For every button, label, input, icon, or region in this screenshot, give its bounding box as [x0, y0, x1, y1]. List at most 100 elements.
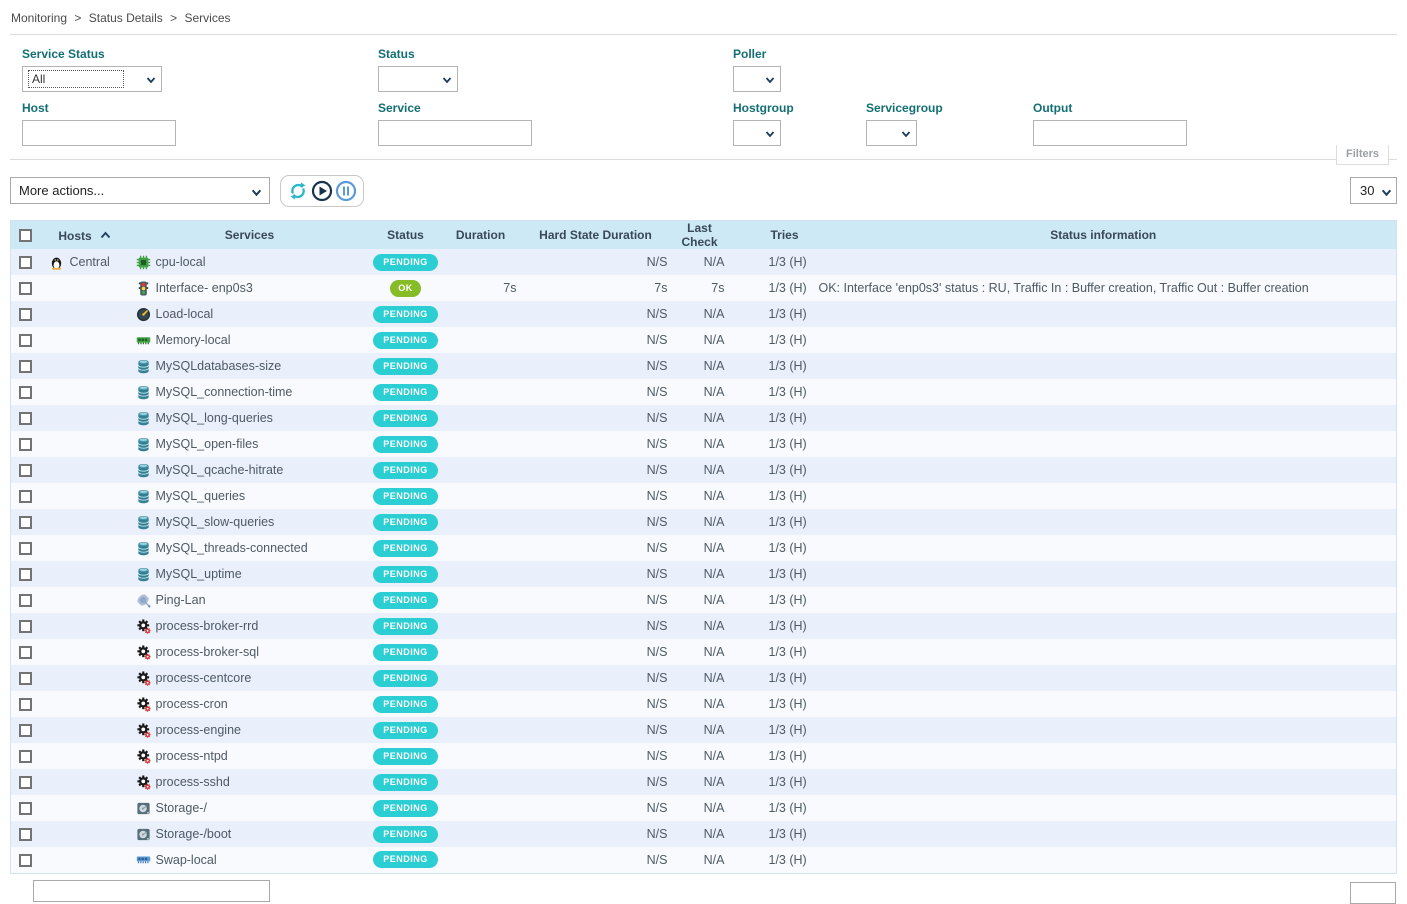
service-link[interactable]: Interface- enp0s3	[156, 281, 253, 295]
last-check-cell: N/A	[671, 301, 729, 327]
column-header-status[interactable]: Status	[371, 221, 441, 250]
status-badge: PENDING	[373, 306, 438, 323]
column-header-hard-state-duration[interactable]: Hard State Duration	[521, 221, 671, 250]
row-checkbox[interactable]	[19, 750, 32, 763]
row-checkbox[interactable]	[19, 854, 32, 867]
service-link[interactable]: Swap-local	[156, 853, 217, 867]
hard-state-duration-cell: N/S	[521, 769, 671, 795]
row-checkbox[interactable]	[19, 516, 32, 529]
row-checkbox[interactable]	[19, 438, 32, 451]
service-link[interactable]: MySQL_uptime	[156, 567, 242, 581]
service-link[interactable]: MySQL_open-files	[156, 437, 259, 451]
service-link[interactable]: cpu-local	[156, 255, 206, 269]
chevron-down-icon	[251, 187, 262, 198]
row-checkbox[interactable]	[19, 568, 32, 581]
row-checkbox[interactable]	[19, 386, 32, 399]
bottom-more-actions-select[interactable]	[33, 880, 270, 902]
row-checkbox[interactable]	[19, 828, 32, 841]
last-check-cell: N/A	[671, 743, 729, 769]
service-link[interactable]: MySQL_qcache-hitrate	[156, 463, 284, 477]
column-header-last-check[interactable]: Last Check	[671, 221, 729, 250]
service-input[interactable]	[378, 120, 532, 146]
service-link[interactable]: MySQL_slow-queries	[156, 515, 275, 529]
service-link[interactable]: process-engine	[156, 723, 241, 737]
hostgroup-select[interactable]	[733, 120, 781, 146]
service-link[interactable]: Storage-/boot	[156, 827, 232, 841]
poller-select[interactable]	[733, 66, 781, 92]
table-row: process-cronPENDINGN/SN/A1/3 (H)	[11, 691, 1397, 717]
column-header-tries[interactable]: Tries	[729, 221, 811, 250]
tries-cell: 1/3 (H)	[729, 509, 811, 535]
row-checkbox[interactable]	[19, 256, 32, 269]
service-link[interactable]: process-broker-rrd	[156, 619, 259, 633]
breadcrumb-item-monitoring[interactable]: Monitoring	[11, 11, 67, 25]
output-input[interactable]	[1033, 120, 1187, 146]
select-all-checkbox[interactable]	[19, 229, 32, 242]
row-checkbox[interactable]	[19, 412, 32, 425]
select-all-header[interactable]	[11, 221, 41, 250]
row-checkbox[interactable]	[19, 334, 32, 347]
service-link[interactable]: Ping-Lan	[156, 593, 206, 607]
bottom-page-size-select[interactable]	[1350, 882, 1396, 904]
tries-cell: 1/3 (H)	[729, 795, 811, 821]
filters-tab-button[interactable]: Filters	[1336, 145, 1389, 165]
gear-icon	[136, 723, 151, 738]
table-row: Ping-LanPENDINGN/SN/A1/3 (H)	[11, 587, 1397, 613]
more-actions-select[interactable]: More actions...	[10, 177, 270, 204]
service-link[interactable]: MySQL_long-queries	[156, 411, 273, 425]
service-link[interactable]: process-sshd	[156, 775, 230, 789]
service-link[interactable]: process-centcore	[156, 671, 252, 685]
service-link[interactable]: process-ntpd	[156, 749, 228, 763]
refresh-icon[interactable]	[287, 180, 309, 202]
host-link[interactable]: Central	[70, 255, 110, 269]
last-check-cell: N/A	[671, 717, 729, 743]
row-checkbox[interactable]	[19, 672, 32, 685]
status-badge: PENDING	[373, 410, 438, 427]
database-icon	[136, 515, 151, 530]
service-link[interactable]: Load-local	[156, 307, 214, 321]
status-badge: PENDING	[373, 540, 438, 557]
service-link[interactable]: MySQL_queries	[156, 489, 246, 503]
status-information-cell	[811, 327, 1397, 353]
row-checkbox[interactable]	[19, 620, 32, 633]
status-select[interactable]	[378, 66, 458, 92]
row-checkbox[interactable]	[19, 542, 32, 555]
row-checkbox[interactable]	[19, 698, 32, 711]
service-link[interactable]: process-broker-sql	[156, 645, 260, 659]
status-information-cell	[811, 483, 1397, 509]
chevron-down-icon	[765, 75, 775, 85]
host-input[interactable]	[22, 120, 176, 146]
service-link[interactable]: MySQLdatabases-size	[156, 359, 282, 373]
column-header-hosts[interactable]: Hosts	[41, 221, 129, 250]
satellite-icon	[136, 593, 151, 608]
row-checkbox[interactable]	[19, 282, 32, 295]
breadcrumb-item-status-details[interactable]: Status Details	[89, 11, 163, 25]
filter-panel: Service Status All Status Poller Host Se…	[10, 34, 1397, 160]
breadcrumb-separator: >	[170, 11, 177, 25]
row-checkbox[interactable]	[19, 464, 32, 477]
service-status-select[interactable]: All	[22, 66, 162, 92]
column-header-services[interactable]: Services	[129, 221, 371, 250]
row-checkbox[interactable]	[19, 776, 32, 789]
row-checkbox[interactable]	[19, 724, 32, 737]
pause-icon[interactable]	[335, 180, 357, 202]
play-icon[interactable]	[311, 180, 333, 202]
service-link[interactable]: Storage-/	[156, 801, 207, 815]
row-checkbox[interactable]	[19, 360, 32, 373]
page-size-select[interactable]: 30	[1350, 177, 1397, 204]
row-checkbox[interactable]	[19, 802, 32, 815]
column-header-duration[interactable]: Duration	[441, 221, 521, 250]
breadcrumb-item-services[interactable]: Services	[184, 11, 230, 25]
service-link[interactable]: Memory-local	[156, 333, 231, 347]
servicegroup-select[interactable]	[866, 120, 917, 146]
database-icon	[136, 567, 151, 582]
row-checkbox[interactable]	[19, 594, 32, 607]
service-link[interactable]: process-cron	[156, 697, 228, 711]
column-header-status-information[interactable]: Status information	[811, 221, 1397, 250]
row-checkbox[interactable]	[19, 490, 32, 503]
service-link[interactable]: MySQL_connection-time	[156, 385, 293, 399]
sort-ascending-icon	[100, 228, 111, 242]
row-checkbox[interactable]	[19, 646, 32, 659]
service-link[interactable]: MySQL_threads-connected	[156, 541, 308, 555]
row-checkbox[interactable]	[19, 308, 32, 321]
